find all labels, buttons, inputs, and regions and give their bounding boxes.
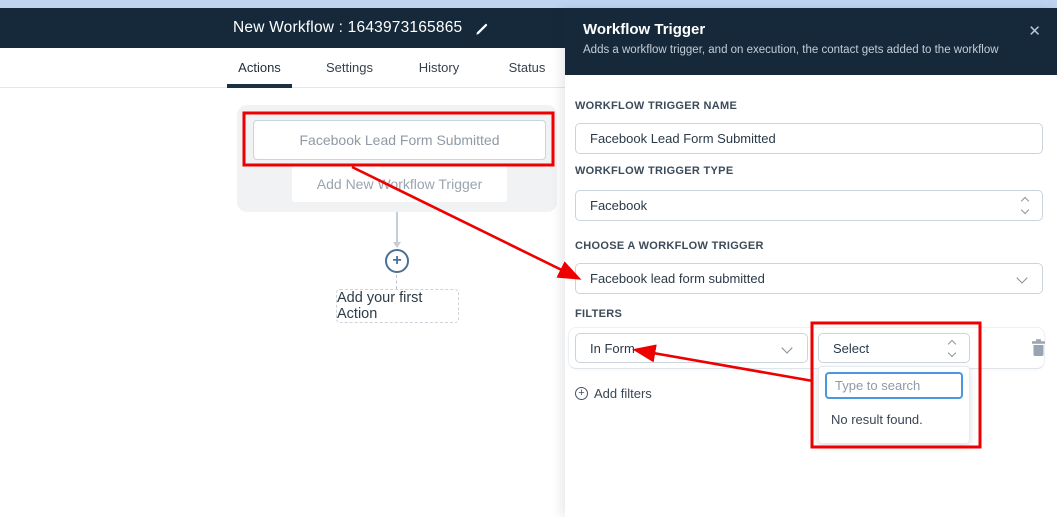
connector-arrowhead (393, 242, 401, 248)
trigger-type-label: WORKFLOW TRIGGER TYPE (575, 165, 733, 177)
plus-icon: + (392, 253, 401, 269)
workflow-canvas: Facebook Lead Form Submitted Add New Wor… (0, 89, 565, 517)
trigger-name-input[interactable] (575, 123, 1043, 154)
filter-field-select[interactable]: In Form (575, 333, 808, 363)
trigger-name-label: WORKFLOW TRIGGER NAME (575, 100, 737, 112)
app-window: New Workflow : 1643973165865 Actions Set… (0, 0, 1057, 517)
stepper-chevrons-icon (1022, 198, 1028, 213)
stepper-chevrons-icon (949, 341, 955, 356)
tab-status[interactable]: Status (494, 48, 560, 87)
choose-trigger-value: Facebook lead form submitted (590, 271, 765, 286)
top-edge-strip (0, 0, 1057, 8)
trigger-type-select[interactable]: Facebook (575, 190, 1043, 221)
tab-bar: Actions Settings History Status (0, 48, 565, 88)
edit-title-icon[interactable] (475, 21, 490, 36)
add-filters-button[interactable]: + Add filters (575, 386, 652, 401)
no-result-text: No result found. (831, 412, 923, 427)
trigger-type-value: Facebook (590, 198, 647, 213)
panel-header: Workflow Trigger Adds a workflow trigger… (565, 8, 1057, 75)
workflow-trigger-node[interactable]: Facebook Lead Form Submitted (253, 120, 546, 160)
choose-trigger-label: CHOOSE A WORKFLOW TRIGGER (575, 240, 764, 252)
dashed-connector-line (396, 275, 397, 289)
tab-history[interactable]: History (404, 48, 474, 87)
delete-filter-trash-icon[interactable] (1030, 338, 1047, 357)
chevron-down-icon (781, 342, 792, 353)
close-icon[interactable]: ✕ (1028, 24, 1041, 39)
tab-actions[interactable]: Actions (227, 48, 292, 87)
connector-line (396, 212, 398, 242)
filter-field-value: In Form (590, 341, 635, 356)
panel-title: Workflow Trigger (583, 21, 1039, 38)
workflow-title-group: New Workflow : 1643973165865 (233, 8, 490, 48)
chevron-down-icon (1016, 272, 1027, 283)
add-first-action-button[interactable]: Add your first Action (336, 289, 459, 323)
filters-label: FILTERS (575, 308, 622, 320)
add-filters-label: Add filters (594, 386, 652, 401)
workflow-trigger-panel: Workflow Trigger Adds a workflow trigger… (565, 8, 1057, 517)
filter-search-input[interactable] (825, 372, 963, 399)
circled-plus-icon: + (575, 387, 588, 400)
add-action-plus-button[interactable]: + (385, 249, 409, 273)
filter-value-dropdown: No result found. (818, 366, 970, 444)
panel-subtitle: Adds a workflow trigger, and on executio… (583, 44, 1039, 56)
filter-value-select[interactable]: Select (818, 333, 970, 363)
page-title: New Workflow : 1643973165865 (233, 19, 462, 37)
choose-trigger-select[interactable]: Facebook lead form submitted (575, 263, 1043, 294)
tab-settings[interactable]: Settings (312, 48, 387, 87)
filter-value-placeholder: Select (833, 341, 869, 356)
add-new-trigger-button[interactable]: Add New Workflow Trigger (292, 166, 507, 202)
